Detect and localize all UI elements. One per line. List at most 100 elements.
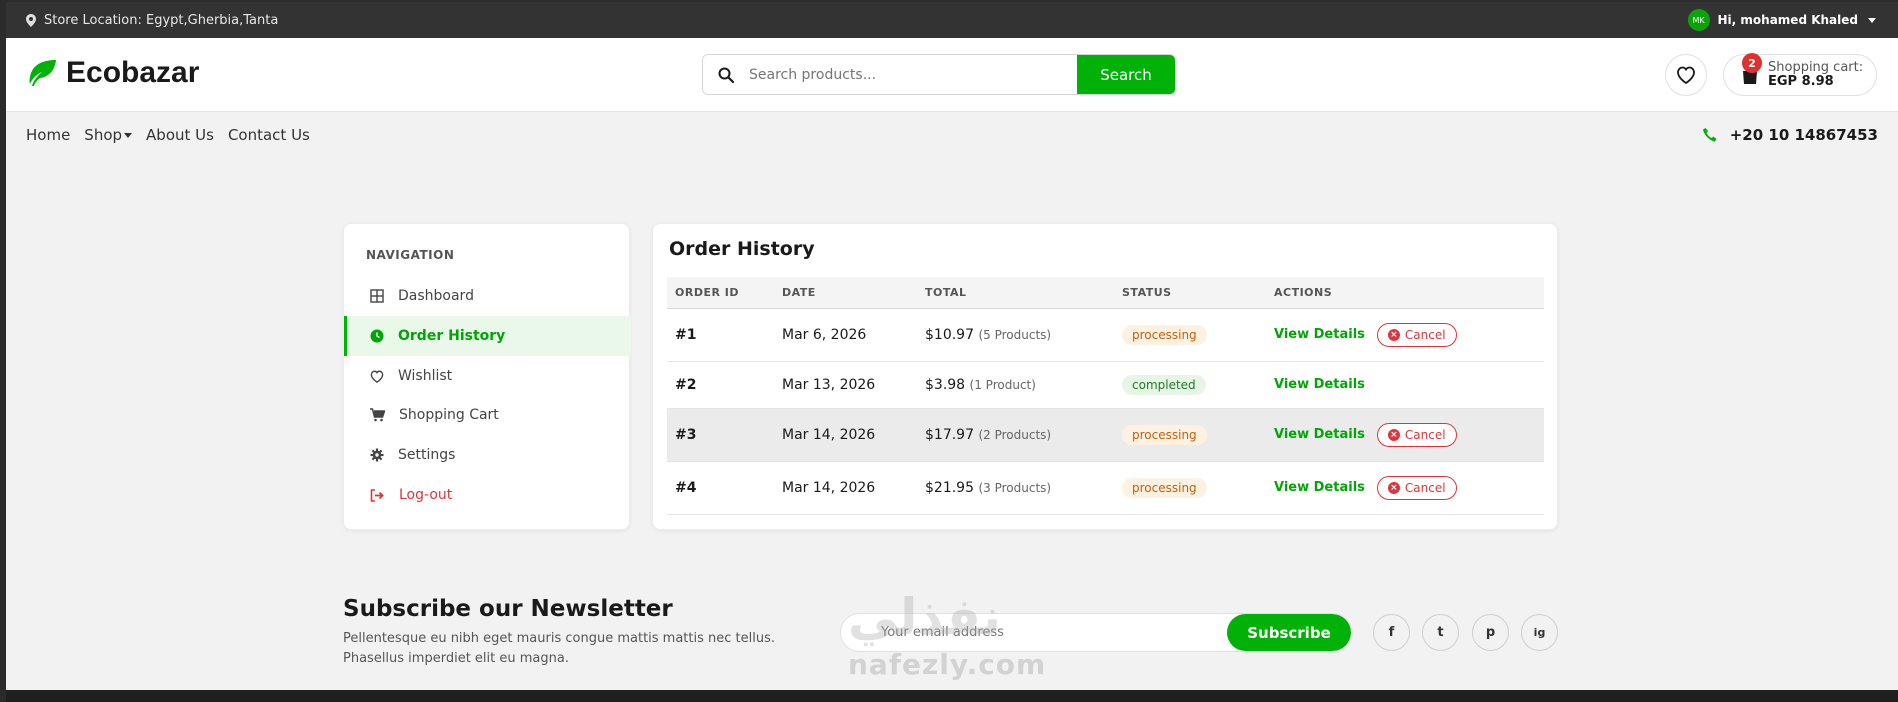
order-date: Mar 6, 2026	[774, 308, 917, 362]
order-total: $3.98 (1 Product)	[917, 361, 1114, 409]
cancel-order-button[interactable]: × Cancel	[1376, 475, 1457, 500]
search-icon	[703, 55, 749, 94]
orders-table: ORDER ID DATE TOTAL STATUS ACTIONS #1 Ma…	[667, 277, 1544, 515]
sidebar-item-label: Settings	[398, 447, 456, 463]
page-title: Order History	[669, 238, 815, 260]
avatar: MK	[1687, 9, 1710, 31]
table-row: #1 Mar 6, 2026 $10.97 (5 Products) proce…	[667, 308, 1544, 362]
column-header: ORDER ID	[667, 277, 774, 309]
sidebar-item-label: Order History	[398, 328, 506, 344]
leaf-icon	[29, 60, 56, 86]
cancel-order-button[interactable]: × Cancel	[1376, 422, 1457, 447]
close-circle-icon: ×	[1387, 428, 1400, 441]
heart-icon	[370, 370, 384, 383]
nav-contact[interactable]: Contact Us	[228, 126, 310, 144]
view-details-link[interactable]: View Details	[1274, 377, 1365, 392]
sidebar-item-wishlist[interactable]: Wishlist	[344, 356, 631, 396]
order-total-amount: $21.95	[925, 479, 974, 496]
phone-icon	[1702, 128, 1717, 142]
sidebar-item-order-history[interactable]: Order History	[344, 316, 631, 356]
table-row: #3 Mar 14, 2026 $17.97 (2 Products) proc…	[667, 408, 1544, 462]
twitter-icon[interactable]: t	[1422, 614, 1459, 651]
bag-icon: 2	[1740, 53, 1762, 85]
cart-count-badge: 2	[1742, 53, 1762, 73]
order-id: #1	[675, 326, 697, 343]
chevron-down-icon	[124, 133, 133, 138]
nav-shop-label: Shop	[84, 126, 123, 144]
sidebar-item-shopping-cart[interactable]: Shopping Cart	[344, 395, 631, 435]
sidebar-item-label: Shopping Cart	[399, 407, 499, 423]
phone-contact[interactable]: +20 10 14867453	[1702, 126, 1878, 144]
table-row: #4 Mar 14, 2026 $21.95 (3 Products) proc…	[667, 461, 1544, 515]
order-date: Mar 14, 2026	[774, 408, 917, 462]
map-pin-icon	[26, 13, 36, 27]
cancel-order-button[interactable]: × Cancel	[1376, 322, 1457, 347]
order-total-amount: $10.97	[925, 326, 974, 343]
status-badge: processing	[1122, 477, 1207, 498]
order-total: $21.95 (3 Products)	[917, 461, 1114, 515]
cart-button[interactable]: 2 Shopping cart: EGP 8.98	[1723, 53, 1877, 96]
order-product-count: (2 Products)	[978, 427, 1052, 442]
status-badge: processing	[1122, 324, 1207, 345]
cart-total: EGP 8.98	[1768, 74, 1834, 89]
cancel-label: Cancel	[1404, 480, 1446, 495]
search-input[interactable]	[749, 55, 1077, 94]
gear-icon	[370, 448, 384, 462]
status-badge: processing	[1122, 424, 1207, 445]
sidebar-title: NAVIGATION	[366, 248, 455, 262]
sidebar-item-label: Wishlist	[398, 368, 453, 384]
facebook-icon[interactable]: f	[1373, 614, 1410, 651]
cart-label: Shopping cart:	[1768, 60, 1864, 75]
user-menu[interactable]: MK Hi, mohamed Khaled	[1687, 9, 1876, 31]
sidebar-item-logout[interactable]: Log-out	[344, 475, 631, 515]
wishlist-button[interactable]	[1665, 54, 1707, 96]
nav-about[interactable]: About Us	[146, 126, 214, 144]
sidebar-item-dashboard[interactable]: Dashboard	[344, 276, 631, 316]
order-id: #4	[675, 479, 697, 496]
cancel-label: Cancel	[1404, 427, 1446, 442]
column-header: ACTIONS	[1266, 277, 1544, 309]
order-history-panel: Order History ORDER ID DATE TOTAL STATUS…	[652, 223, 1558, 530]
close-circle-icon: ×	[1387, 481, 1400, 494]
newsletter-form: Subscribe	[840, 613, 1352, 652]
table-header-row: ORDER ID DATE TOTAL STATUS ACTIONS	[667, 277, 1544, 309]
nav-shop[interactable]: Shop	[84, 126, 133, 144]
view-details-link[interactable]: View Details	[1274, 327, 1365, 342]
sidebar-item-label: Dashboard	[398, 288, 474, 304]
nav-home[interactable]: Home	[26, 126, 70, 144]
footer-bar	[6, 690, 1898, 702]
status-badge: completed	[1122, 374, 1206, 395]
top-bar: Store Location: Egypt,Gherbia,Tanta MK H…	[6, 2, 1898, 38]
store-location: Store Location: Egypt,Gherbia,Tanta	[26, 13, 278, 28]
column-header: DATE	[774, 277, 917, 309]
order-date: Mar 14, 2026	[774, 461, 917, 515]
column-header: TOTAL	[917, 277, 1114, 309]
sidebar-item-label: Log-out	[399, 487, 453, 503]
order-product-count: (5 Products)	[978, 327, 1052, 342]
logout-icon	[370, 488, 384, 502]
dashboard-icon	[370, 289, 384, 303]
order-product-count: (3 Products)	[978, 480, 1052, 495]
order-total-amount: $3.98	[925, 376, 966, 393]
search-button[interactable]: Search	[1077, 55, 1175, 94]
logo[interactable]: Ecobazar	[26, 56, 199, 90]
order-id: #2	[675, 376, 697, 393]
search-bar: Search	[702, 54, 1176, 95]
sidebar-item-settings[interactable]: Settings	[344, 435, 631, 475]
instagram-icon[interactable]: ig	[1521, 614, 1558, 651]
clock-icon	[370, 329, 384, 343]
subscribe-button[interactable]: Subscribe	[1227, 614, 1351, 651]
view-details-link[interactable]: View Details	[1274, 427, 1365, 442]
view-details-link[interactable]: View Details	[1274, 480, 1365, 495]
cart-summary: Shopping cart: EGP 8.98	[1768, 61, 1863, 89]
header: Ecobazar Search 2 Shopping cart: EGP 8.9…	[6, 38, 1898, 112]
logo-text: Ecobazar	[66, 56, 200, 89]
cart-icon	[370, 408, 385, 422]
close-circle-icon: ×	[1387, 328, 1400, 341]
order-id: #3	[675, 426, 697, 443]
cancel-label: Cancel	[1404, 327, 1446, 342]
store-location-text: Store Location: Egypt,Gherbia,Tanta	[44, 12, 279, 28]
email-field[interactable]	[841, 614, 1227, 651]
phone-number: +20 10 14867453	[1729, 126, 1878, 144]
pinterest-icon[interactable]: p	[1472, 614, 1509, 651]
